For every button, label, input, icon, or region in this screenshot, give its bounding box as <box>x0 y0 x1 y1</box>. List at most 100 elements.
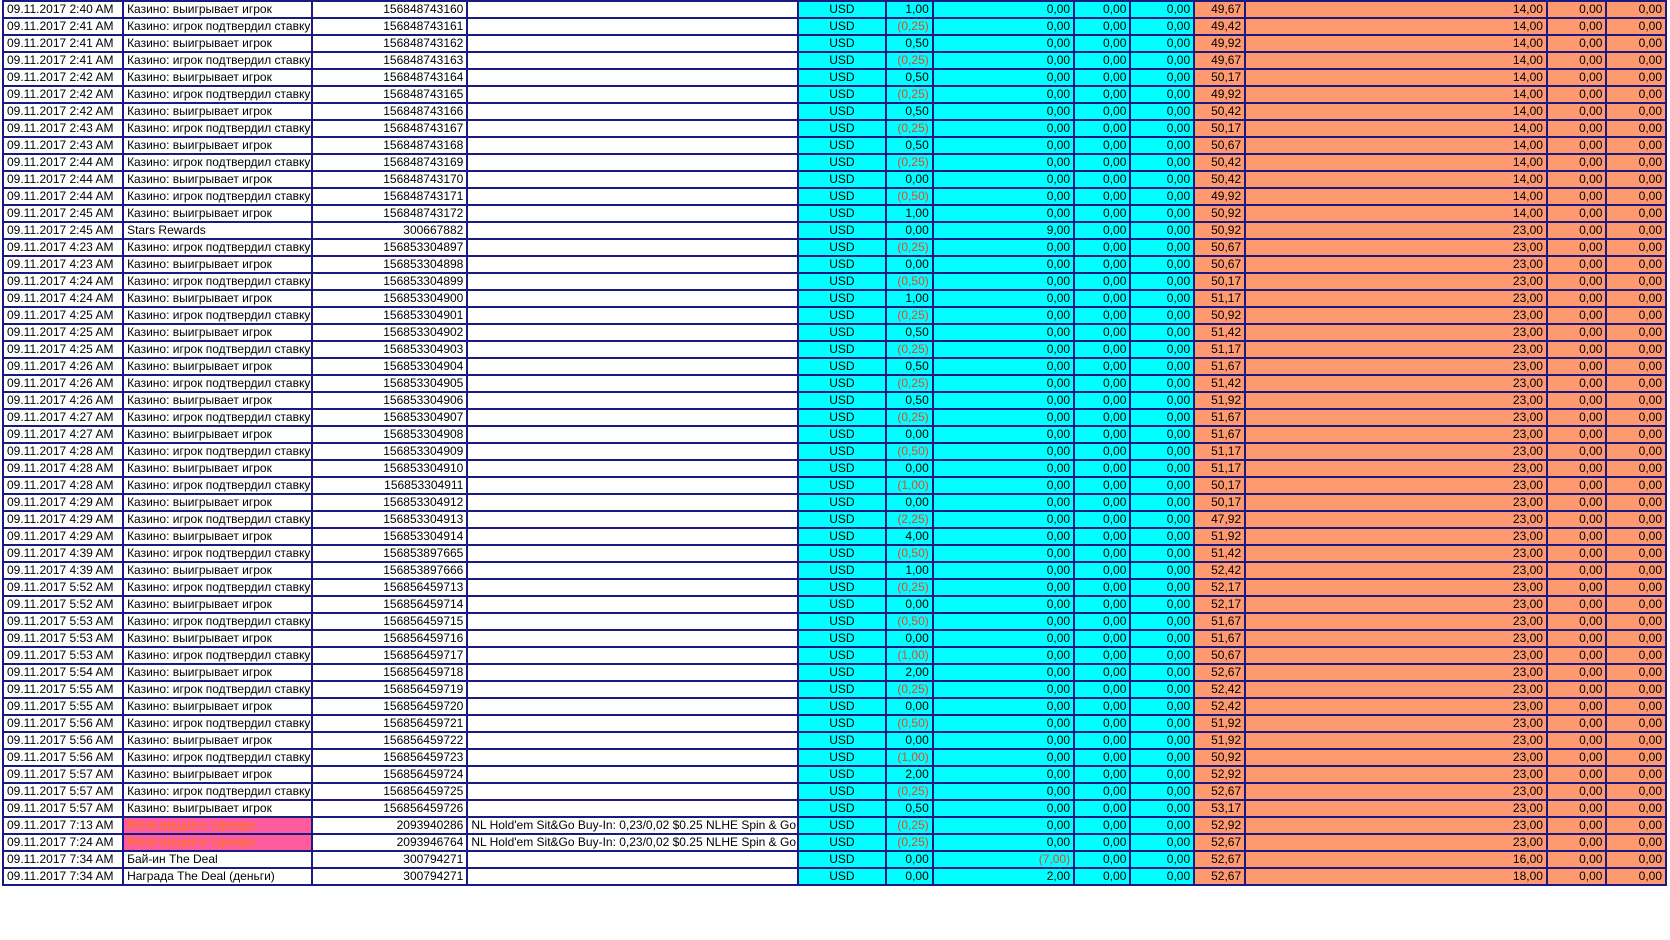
id-cell[interactable]: 156853304908 <box>311 425 469 444</box>
date-cell[interactable]: 09.11.2017 4:27 AM <box>1 425 125 444</box>
date-cell[interactable]: 09.11.2017 2:43 AM <box>1 119 125 138</box>
extra1-cell[interactable]: 0,00 <box>1545 408 1608 427</box>
extra1-cell[interactable]: 0,00 <box>1545 680 1608 699</box>
w-money-cell[interactable]: 0,00 <box>1073 646 1132 665</box>
description-cell[interactable]: Казино: игрок подтвердил ставку <box>122 748 314 767</box>
date-cell[interactable]: 09.11.2017 2:45 AM <box>1 221 125 240</box>
extra2-cell[interactable]: 0,00 <box>1605 612 1667 631</box>
amount-cell[interactable]: (0,50) <box>885 612 934 631</box>
balance-cell[interactable]: 51,17 <box>1193 289 1247 308</box>
other-cell[interactable]: 0,00 <box>1129 867 1196 886</box>
points-cell[interactable]: 23,00 <box>1244 544 1548 563</box>
description-cell[interactable]: Казино: выигрывает игрок <box>122 391 314 410</box>
other-cell[interactable]: 0,00 <box>1129 0 1196 19</box>
balance-cell[interactable]: 50,17 <box>1193 493 1247 512</box>
other-cell[interactable]: 0,00 <box>1129 255 1196 274</box>
w-money-cell[interactable]: 0,00 <box>1073 731 1132 750</box>
t-money-cell[interactable]: 0,00 <box>931 510 1076 529</box>
description-cell[interactable]: Регистрация в турнире <box>122 833 314 852</box>
amount-cell[interactable]: (2,25) <box>885 510 934 529</box>
table-row[interactable]: 09.11.2017 5:56 AM Казино: выигрывает игр… <box>1 731 1667 750</box>
other-cell[interactable]: 0,00 <box>1129 68 1196 87</box>
id-cell[interactable]: 156853304907 <box>311 408 469 427</box>
id-cell[interactable]: 156853304901 <box>311 306 469 325</box>
points-cell[interactable]: 23,00 <box>1244 765 1548 784</box>
extra2-cell[interactable]: 0,00 <box>1605 221 1667 240</box>
table-row[interactable]: 09.11.2017 2:42 AM Казино: выигрывает игр… <box>1 68 1667 87</box>
extra1-cell[interactable]: 0,00 <box>1545 765 1608 784</box>
other-cell[interactable]: 0,00 <box>1129 170 1196 189</box>
id-cell[interactable]: 156848743165 <box>311 85 469 104</box>
description-cell[interactable]: Казино: игрок подтвердил ставку <box>122 578 314 597</box>
extra1-cell[interactable]: 0,00 <box>1545 714 1608 733</box>
table-row[interactable]: 09.11.2017 4:23 AM Казино: выигрывает игр… <box>1 255 1667 274</box>
description-cell[interactable]: Казино: выигрывает игрок <box>122 493 314 512</box>
w-money-cell[interactable]: 0,00 <box>1073 544 1132 563</box>
id-cell[interactable]: 156853304914 <box>311 527 469 546</box>
table-row[interactable]: 09.11.2017 4:25 AM Казино: игрок подтверд… <box>1 340 1667 359</box>
game-cell[interactable] <box>466 867 799 886</box>
game-cell[interactable] <box>466 306 799 325</box>
date-cell[interactable]: 09.11.2017 4:26 AM <box>1 374 125 393</box>
points-cell[interactable]: 23,00 <box>1244 272 1548 291</box>
description-cell[interactable]: Казино: игрок подтвердил ставку <box>122 238 314 257</box>
balance-cell[interactable]: 52,42 <box>1193 561 1247 580</box>
points-cell[interactable]: 14,00 <box>1244 136 1548 155</box>
w-money-cell[interactable]: 0,00 <box>1073 850 1132 869</box>
amount-cell[interactable]: 0,00 <box>885 493 934 512</box>
game-cell[interactable] <box>466 391 799 410</box>
description-cell[interactable]: Казино: выигрывает игрок <box>122 663 314 682</box>
other-cell[interactable]: 0,00 <box>1129 374 1196 393</box>
t-money-cell[interactable]: 0,00 <box>931 680 1076 699</box>
extra2-cell[interactable]: 0,00 <box>1605 646 1667 665</box>
id-cell[interactable]: 2093946764 <box>311 833 469 852</box>
balance-cell[interactable]: 51,67 <box>1193 612 1247 631</box>
extra2-cell[interactable]: 0,00 <box>1605 255 1667 274</box>
t-money-cell[interactable]: 0,00 <box>931 493 1076 512</box>
amount-cell[interactable]: (1,00) <box>885 646 934 665</box>
amount-cell[interactable]: 0,00 <box>885 629 934 648</box>
w-money-cell[interactable]: 0,00 <box>1073 425 1132 444</box>
t-money-cell[interactable]: 0,00 <box>931 51 1076 70</box>
t-money-cell[interactable]: 0,00 <box>931 136 1076 155</box>
date-cell[interactable]: 09.11.2017 4:29 AM <box>1 510 125 529</box>
id-cell[interactable]: 300794271 <box>311 867 469 886</box>
points-cell[interactable]: 23,00 <box>1244 289 1548 308</box>
balance-cell[interactable]: 50,92 <box>1193 748 1247 767</box>
w-money-cell[interactable]: 0,00 <box>1073 408 1132 427</box>
balance-cell[interactable]: 50,17 <box>1193 476 1247 495</box>
w-money-cell[interactable]: 0,00 <box>1073 476 1132 495</box>
id-cell[interactable]: 156853304909 <box>311 442 469 461</box>
extra2-cell[interactable]: 0,00 <box>1605 748 1667 767</box>
w-money-cell[interactable]: 0,00 <box>1073 238 1132 257</box>
date-cell[interactable]: 09.11.2017 7:24 AM <box>1 833 125 852</box>
balance-cell[interactable]: 52,42 <box>1193 680 1247 699</box>
amount-cell[interactable]: (0,25) <box>885 119 934 138</box>
extra2-cell[interactable]: 0,00 <box>1605 68 1667 87</box>
w-money-cell[interactable]: 0,00 <box>1073 748 1132 767</box>
points-cell[interactable]: 23,00 <box>1244 561 1548 580</box>
description-cell[interactable]: Казино: выигрывает игрок <box>122 561 314 580</box>
balance-cell[interactable]: 51,42 <box>1193 544 1247 563</box>
currency-cell[interactable]: USD <box>796 731 888 750</box>
game-cell[interactable] <box>466 153 799 172</box>
points-cell[interactable]: 23,00 <box>1244 442 1548 461</box>
amount-cell[interactable]: 0,50 <box>885 136 934 155</box>
other-cell[interactable]: 0,00 <box>1129 425 1196 444</box>
other-cell[interactable]: 0,00 <box>1129 595 1196 614</box>
currency-cell[interactable]: USD <box>796 357 888 376</box>
id-cell[interactable]: 156848743163 <box>311 51 469 70</box>
balance-cell[interactable]: 49,92 <box>1193 85 1247 104</box>
extra2-cell[interactable]: 0,00 <box>1605 833 1667 852</box>
t-money-cell[interactable]: 0,00 <box>931 323 1076 342</box>
extra1-cell[interactable]: 0,00 <box>1545 595 1608 614</box>
date-cell[interactable]: 09.11.2017 4:25 AM <box>1 323 125 342</box>
w-money-cell[interactable]: 0,00 <box>1073 629 1132 648</box>
description-cell[interactable]: Казино: игрок подтвердил ставку <box>122 340 314 359</box>
w-money-cell[interactable]: 0,00 <box>1073 714 1132 733</box>
game-cell[interactable] <box>466 544 799 563</box>
table-row[interactable]: 09.11.2017 4:24 AM Казино: игрок подтверд… <box>1 272 1667 291</box>
id-cell[interactable]: 156853304899 <box>311 272 469 291</box>
w-money-cell[interactable]: 0,00 <box>1073 578 1132 597</box>
balance-cell[interactable]: 52,92 <box>1193 816 1247 835</box>
